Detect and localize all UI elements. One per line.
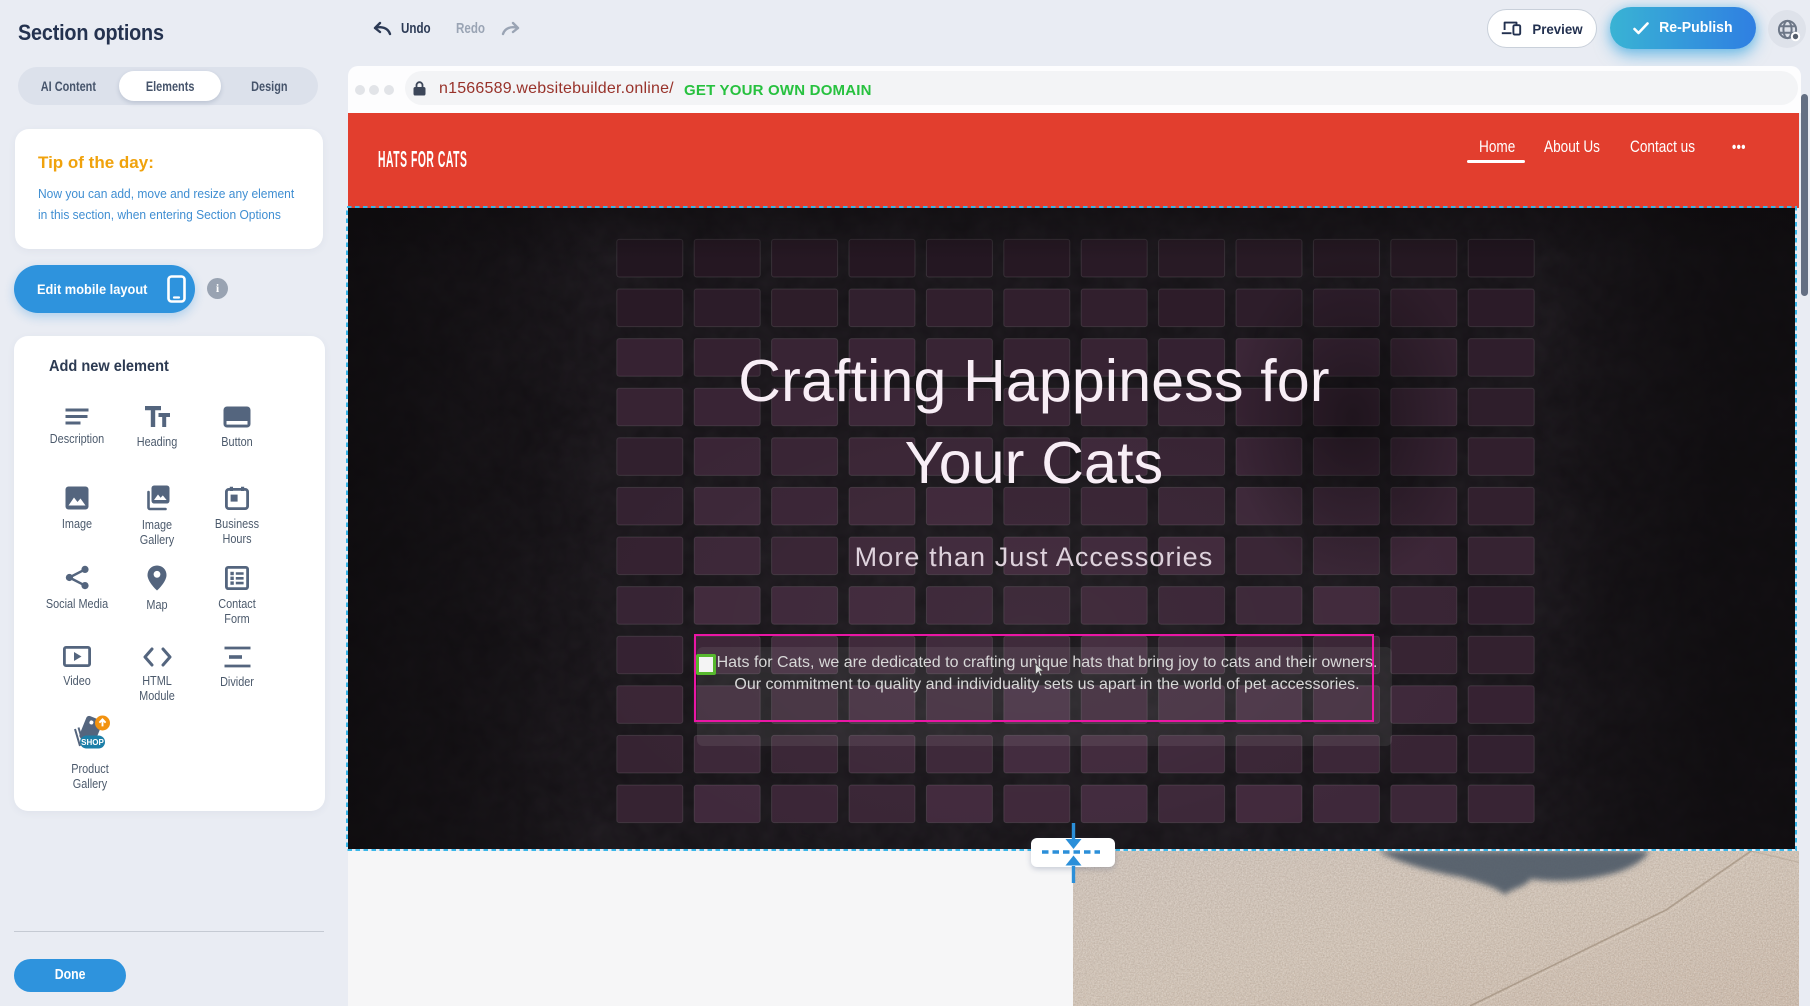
svg-text:SHOP: SHOP [81, 738, 104, 747]
